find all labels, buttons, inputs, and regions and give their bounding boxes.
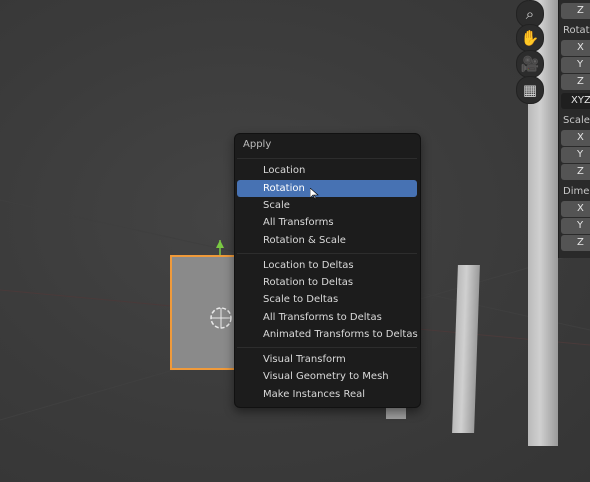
rotation-x-field[interactable]: X bbox=[561, 40, 590, 56]
menu-item-all-transforms[interactable]: All Transforms bbox=[237, 214, 417, 231]
menu-separator bbox=[237, 158, 417, 159]
scale-x-field[interactable]: X bbox=[561, 130, 590, 146]
mouse-cursor-icon bbox=[310, 188, 319, 200]
scale-label: Scale: bbox=[563, 115, 590, 126]
rotation-mode-select[interactable]: XYZ bbox=[561, 93, 590, 109]
object-origin-icon bbox=[210, 307, 232, 329]
hand-pan-icon[interactable]: ✋ bbox=[516, 24, 544, 52]
menu-item-all-transforms-to-deltas[interactable]: All Transforms to Deltas bbox=[237, 309, 417, 326]
menu-item-visual-transform[interactable]: Visual Transform bbox=[237, 351, 417, 368]
menu-item-rotation[interactable]: Rotation bbox=[237, 180, 417, 197]
menu-item-make-instances-real[interactable]: Make Instances Real bbox=[237, 386, 417, 403]
menu-item-rotation-to-deltas[interactable]: Rotation to Deltas bbox=[237, 274, 417, 291]
menu-item-scale-to-deltas[interactable]: Scale to Deltas bbox=[237, 291, 417, 308]
rotation-z-field[interactable]: Z bbox=[561, 74, 590, 90]
menu-item-animated-transforms-to-deltas[interactable]: Animated Transforms to Deltas bbox=[237, 326, 418, 343]
grid-perspective-icon[interactable]: ▦ bbox=[516, 76, 544, 104]
menu-item-location[interactable]: Location bbox=[237, 162, 417, 179]
dimensions-y-field[interactable]: Y bbox=[561, 218, 590, 234]
menu-item-location-to-deltas[interactable]: Location to Deltas bbox=[237, 257, 417, 274]
camera-icon[interactable]: 🎥 bbox=[516, 50, 544, 78]
dimensions-z-field[interactable]: Z bbox=[561, 235, 590, 251]
menu-item-rotation-and-scale[interactable]: Rotation & Scale bbox=[237, 232, 417, 249]
apply-menu: Apply Location Rotation Scale All Transf… bbox=[234, 133, 421, 408]
menu-separator bbox=[237, 253, 417, 254]
sidebar-properties-panel: Z Rotation X Y Z XYZ Scale: X Y Z Dimen … bbox=[558, 0, 590, 258]
rotation-label: Rotation bbox=[563, 25, 590, 36]
menu-item-visual-geometry-to-mesh[interactable]: Visual Geometry to Mesh bbox=[237, 368, 417, 385]
menu-title: Apply bbox=[243, 139, 272, 150]
menu-item-scale[interactable]: Scale bbox=[237, 197, 417, 214]
scale-z-field[interactable]: Z bbox=[561, 164, 590, 180]
rotation-y-field[interactable]: Y bbox=[561, 57, 590, 73]
dimensions-x-field[interactable]: X bbox=[561, 201, 590, 217]
scale-y-field[interactable]: Y bbox=[561, 147, 590, 163]
menu-separator bbox=[237, 347, 417, 348]
dimensions-label: Dimen bbox=[563, 186, 590, 197]
location-z-field[interactable]: Z bbox=[561, 3, 590, 19]
